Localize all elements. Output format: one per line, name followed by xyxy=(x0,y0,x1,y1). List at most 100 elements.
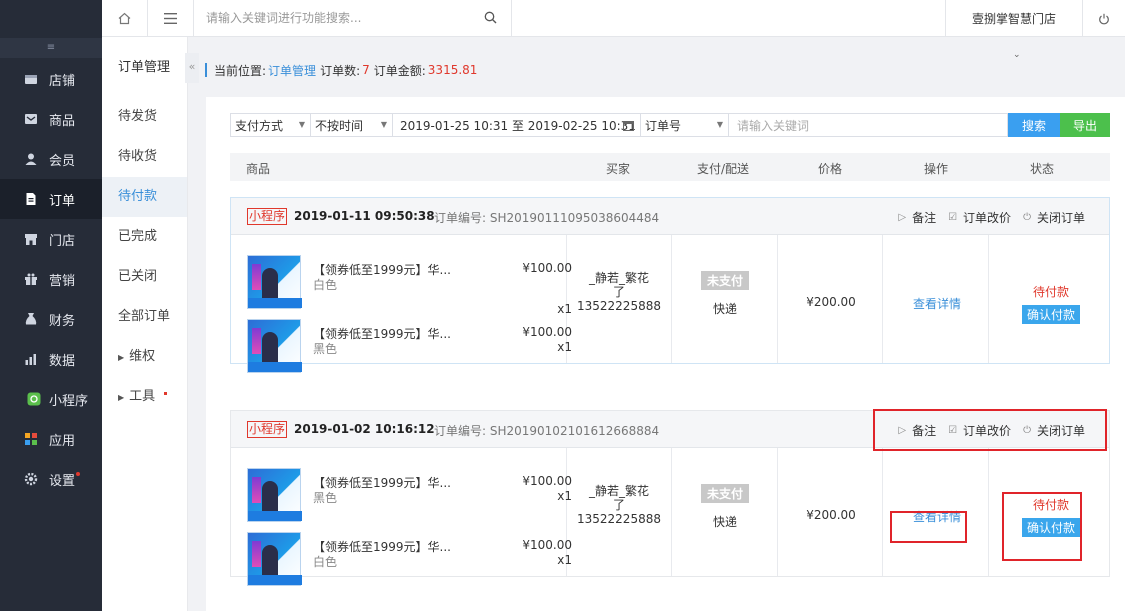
buyer-phone: 13522225888 xyxy=(577,512,661,526)
sidebar-item-marketing[interactable]: 营销 xyxy=(0,259,102,299)
subnav-fold-button[interactable]: « xyxy=(185,53,199,83)
order-count-label: 订单数: xyxy=(320,63,361,78)
close-order-button[interactable]: ⏻ 关闭订单 xyxy=(1023,209,1085,226)
pay-ship-info: 未支付 快递 xyxy=(672,271,778,317)
home-button[interactable] xyxy=(102,0,148,37)
caret-right-icon: ▶ xyxy=(118,393,125,402)
highlight-box xyxy=(890,511,967,543)
product-thumbnail[interactable] xyxy=(247,532,302,586)
time-mode-select[interactable]: 不按时间 ▼ xyxy=(310,113,392,137)
order-count: 7 xyxy=(362,63,370,77)
order-icon xyxy=(26,193,36,205)
caret-down-icon: ▼ xyxy=(716,120,723,129)
caret-right-icon: ▶ xyxy=(118,353,125,362)
product-qty: x1 xyxy=(557,340,572,354)
sidebar-collapse-toggle[interactable]: ≡ xyxy=(0,38,102,58)
sidebar-item-order[interactable]: 订单 xyxy=(0,179,102,219)
breadcrumb-page[interactable]: 订单管理 xyxy=(268,62,316,79)
search-field-select[interactable]: 订单号 ▼ xyxy=(640,113,728,137)
store-name[interactable]: 壹捌掌智慧门店 xyxy=(945,0,1083,37)
search-button[interactable]: 搜索 xyxy=(1008,113,1060,137)
order-number: 订单编号: SH20190111095038604484 xyxy=(434,211,660,225)
sidebar-item-data[interactable]: 数据 xyxy=(0,339,102,379)
date-range-input[interactable]: 2019-01-25 10:31 至 2019-02-25 10:31 xyxy=(392,113,640,137)
product-price: ¥100.00 xyxy=(522,261,572,275)
sidebar-item-label: 商品 xyxy=(49,113,76,129)
view-detail-link[interactable]: 查看详情 xyxy=(884,295,990,312)
subnav-item-label: 工具 xyxy=(129,389,156,404)
function-search-input[interactable] xyxy=(194,0,464,36)
sidebar-item-member[interactable]: 会员 xyxy=(0,139,102,179)
menu-toggle-button[interactable] xyxy=(148,0,194,37)
list-item[interactable]: 【领券低至1999元】华... 黑色 ¥100.00 x1 xyxy=(247,468,572,524)
buyer-name[interactable]: _静若_繁花 xyxy=(567,271,671,285)
col-buyer: 买家 xyxy=(606,162,631,176)
goods-icon xyxy=(25,114,37,124)
search-icon[interactable] xyxy=(484,11,497,24)
subnav-item-rights[interactable]: ▶ 维权 xyxy=(102,337,187,377)
subnav-item-completed[interactable]: 已完成 xyxy=(102,217,187,257)
export-button[interactable]: 导出 xyxy=(1060,113,1110,137)
order-amount-label: 订单金额: xyxy=(373,63,426,78)
order-date: 2019-01-11 09:50:38 xyxy=(294,209,435,223)
confirm-payment-button[interactable]: 确认付款 xyxy=(1021,305,1080,324)
buyer-info: _静若_繁花 了 13522225888 xyxy=(567,271,671,313)
sidebar-item-goods[interactable]: 商品 xyxy=(0,99,102,139)
subnav-item-pending-pay[interactable]: 待付款 xyxy=(102,177,187,217)
pay-method-select[interactable]: 支付方式 ▼ xyxy=(230,113,310,137)
sidebar-item-finance[interactable]: 财务 xyxy=(0,299,102,339)
notification-dot xyxy=(76,472,80,476)
col-actions: 操作 xyxy=(924,162,949,176)
order-date: 2019-01-02 10:16:12 xyxy=(294,422,435,436)
order-panel: 支付方式 ▼ 不按时间 ▼ 2019-01-25 10:31 至 2019-02-2… xyxy=(206,97,1125,611)
keyword-input[interactable]: 请输入关键词 xyxy=(728,113,1008,137)
power-icon xyxy=(1099,13,1109,24)
order-status: 待付款 确认付款 xyxy=(991,283,1111,324)
buyer-info: _静若_繁花 了 13522225888 xyxy=(567,484,671,526)
breadcrumb: 当前位置: 订单管理 订单数: 7 订单金额: 3315.81 xyxy=(205,61,481,79)
subnav-item-closed[interactable]: 已关闭 xyxy=(102,257,187,297)
note-button[interactable]: ▷ 备注 xyxy=(898,209,936,226)
sidebar-item-apps[interactable]: 应用 xyxy=(0,419,102,459)
subnav-item-pending-ship[interactable]: 待发货 xyxy=(102,97,187,137)
product-spec: 黑色 xyxy=(313,342,338,356)
sidebar-item-settings[interactable]: 设置 xyxy=(0,459,102,499)
sidebar-item-miniprogram[interactable]: 小程序 xyxy=(0,379,102,419)
buyer-name[interactable]: _静若_繁花 xyxy=(567,484,671,498)
subnav-title: 订单管理 « xyxy=(102,37,199,97)
pay-status-badge: 未支付 xyxy=(700,484,749,503)
sidebar-item-label: 小程序 xyxy=(49,393,89,409)
sidebar-item-store[interactable]: 店铺 xyxy=(0,59,102,99)
edit-price-button[interactable]: ☑ 订单改价 xyxy=(948,209,1011,226)
buyer-phone: 13522225888 xyxy=(577,299,661,313)
subnav-item-all-orders[interactable]: 全部订单 xyxy=(102,297,187,337)
shop-icon xyxy=(25,234,37,245)
subnav-item-tools[interactable]: ▶ 工具 xyxy=(102,377,187,417)
product-qty: x1 xyxy=(557,553,572,567)
chevron-down-icon[interactable]: ⌄ xyxy=(1013,50,1021,60)
status-text: 待付款 xyxy=(1032,285,1069,299)
home-icon xyxy=(118,12,131,25)
time-mode-value: 不按时间 xyxy=(315,118,364,133)
sidebar-item-label: 店铺 xyxy=(49,73,76,89)
edit-price-label: 订单改价 xyxy=(963,211,1012,225)
filter-bar: 支付方式 ▼ 不按时间 ▼ 2019-01-25 10:31 至 2019-02-2… xyxy=(230,113,1110,137)
list-item[interactable]: 【领券低至1999元】华... 白色 ¥100.00 x1 xyxy=(247,532,572,588)
list-item[interactable]: 【领券低至1999元】华... 黑色 ¥100.00 x1 xyxy=(247,319,572,375)
product-thumbnail[interactable] xyxy=(247,468,302,522)
source-tag: 小程序 xyxy=(247,421,288,438)
product-thumbnail[interactable] xyxy=(247,319,302,373)
power-icon: ⏻ xyxy=(1023,212,1031,223)
sidebar-item-label: 数据 xyxy=(49,353,76,369)
product-thumbnail[interactable] xyxy=(247,255,302,309)
pay-ship-info: 未支付 快递 xyxy=(672,484,778,530)
sidebar-item-label: 门店 xyxy=(49,233,76,249)
subnav-item-pending-receive[interactable]: 待收货 xyxy=(102,137,187,177)
subnav-title-text: 订单管理 xyxy=(118,60,171,75)
sidebar-item-label: 财务 xyxy=(49,313,76,329)
highlight-box xyxy=(873,409,1107,451)
logout-button[interactable] xyxy=(1083,0,1125,37)
order-body: 【领券低至1999元】华... 白色 ¥100.00 x1 【领券低至1999元… xyxy=(231,235,1111,373)
list-item[interactable]: 【领券低至1999元】华... 白色 ¥100.00 x1 xyxy=(247,255,572,316)
sidebar-item-shop[interactable]: 门店 xyxy=(0,219,102,259)
